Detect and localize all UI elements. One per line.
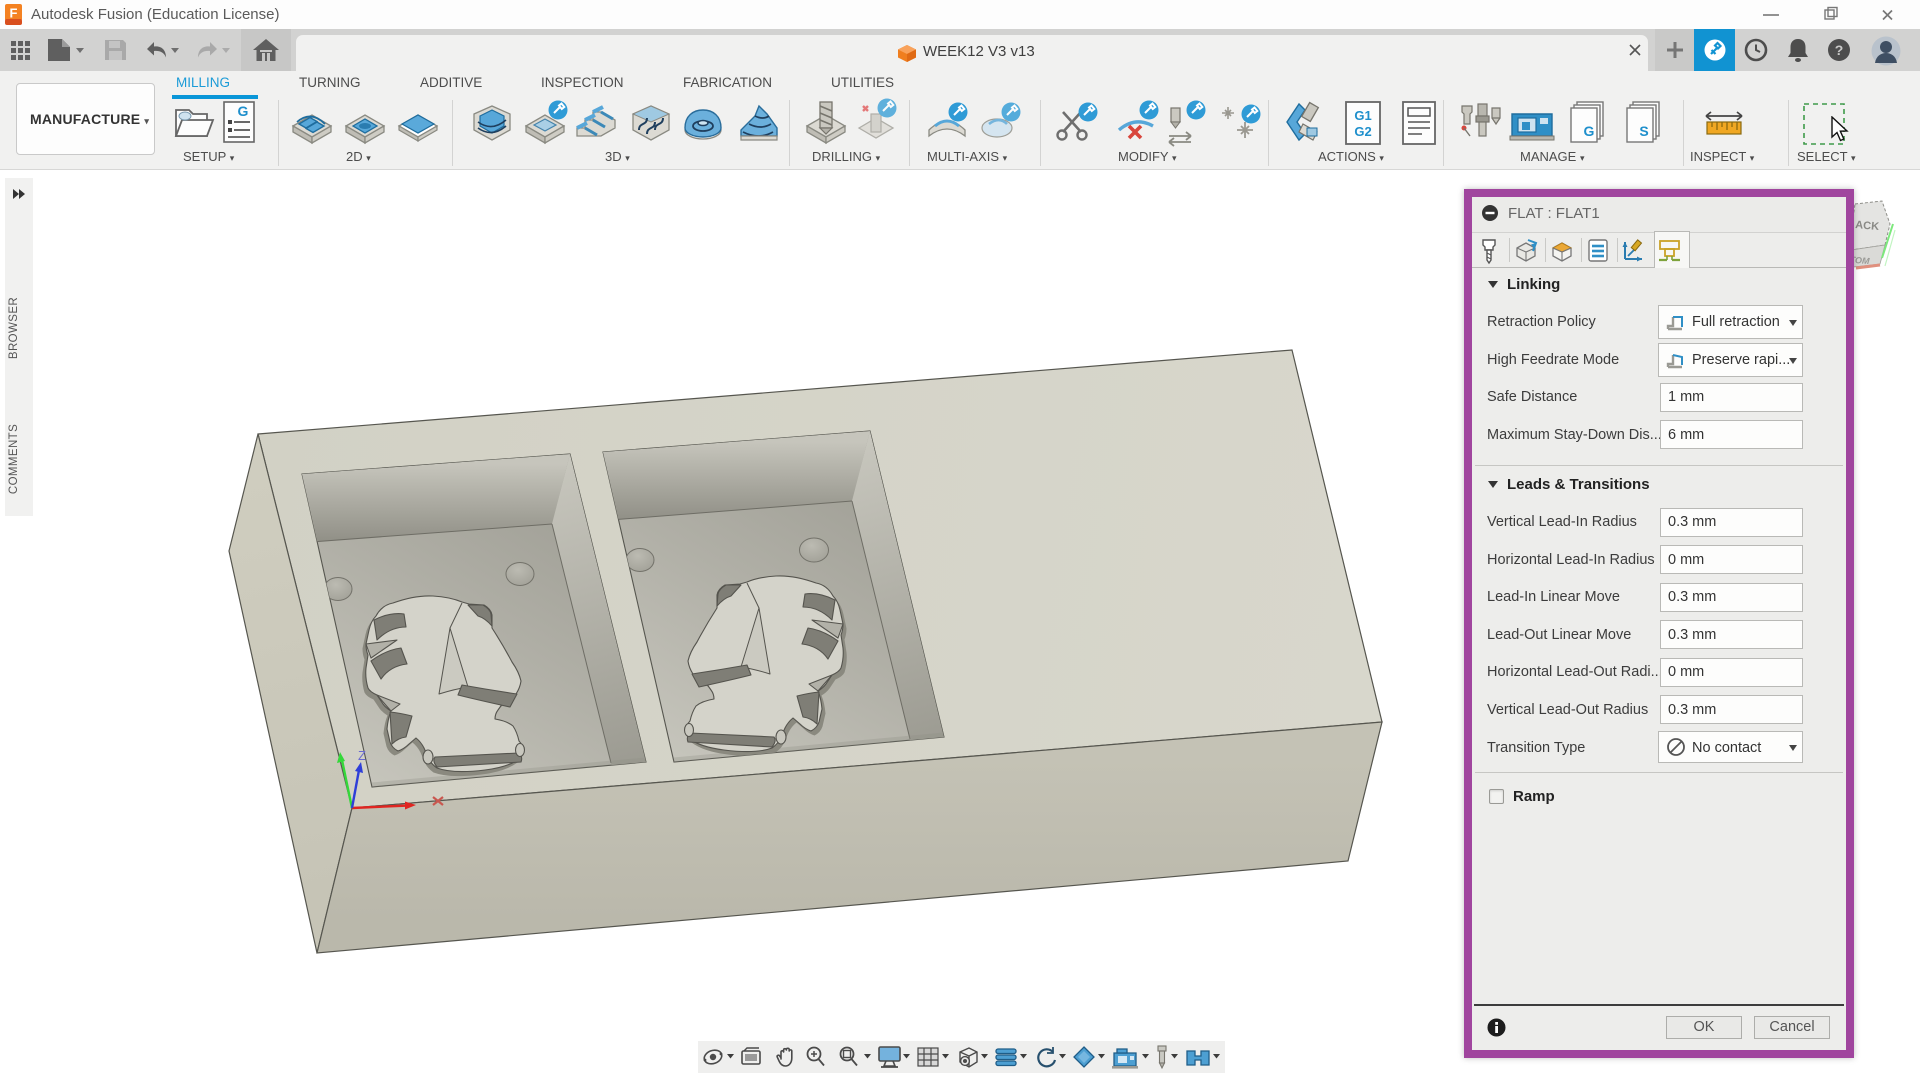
svg-text:S: S xyxy=(1639,123,1648,139)
svg-text:G2: G2 xyxy=(1354,124,1371,139)
svg-text:G1: G1 xyxy=(1354,108,1371,123)
svg-text:G: G xyxy=(1584,123,1595,139)
svg-text:?: ? xyxy=(1835,42,1844,58)
svg-text:Z: Z xyxy=(358,748,366,763)
svg-text:ACK: ACK xyxy=(1855,219,1880,233)
svg-text:F: F xyxy=(10,6,18,21)
